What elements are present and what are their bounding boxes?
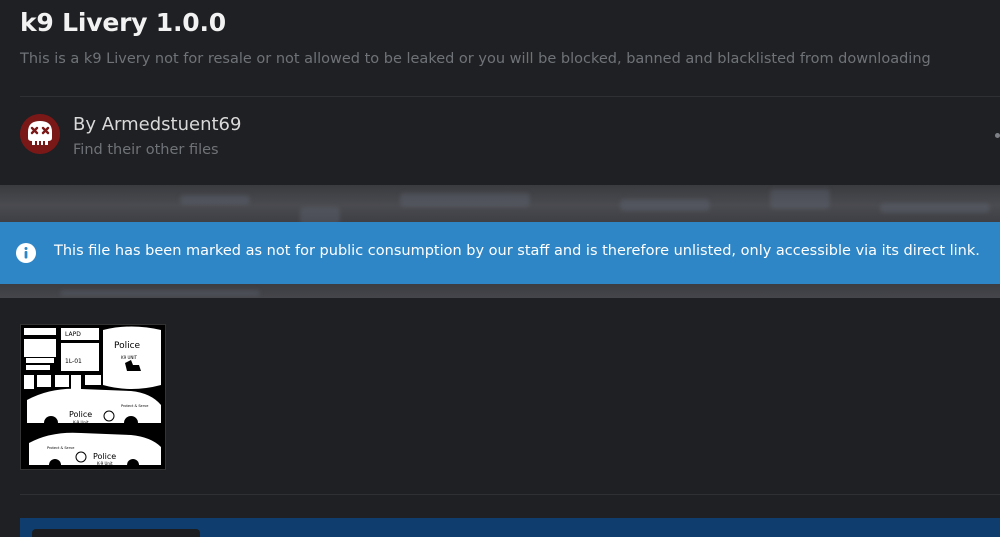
section-tab[interactable] xyxy=(32,529,200,537)
content-divider xyxy=(20,494,1000,495)
download-section-bar xyxy=(20,518,1000,537)
side-police-label-1: Police xyxy=(69,410,92,419)
lapd-label: LAPD xyxy=(65,331,81,338)
author-avatar[interactable] xyxy=(20,114,60,154)
hood-police-label: Police xyxy=(114,341,141,351)
side-k9-label-1: K-9 Unit xyxy=(73,420,89,425)
file-description: This is a k9 Livery not for resale or no… xyxy=(20,51,931,67)
hood-k9-label: K9 UNIT xyxy=(121,355,138,360)
file-page: k9 Livery 1.0.0 This is a k9 Livery not … xyxy=(0,0,1000,537)
side-police-label-2: Police xyxy=(93,452,116,461)
unit-number-label: 1L-01 xyxy=(65,358,82,365)
unlisted-notice: This file has been marked as not for pub… xyxy=(0,222,1000,284)
skull-avatar-icon xyxy=(20,114,60,154)
side-protect-label-2: Protect & Serve xyxy=(47,446,74,450)
notice-text: This file has been marked as not for pub… xyxy=(54,243,980,259)
livery-texture-image: LAPD 1L-01 Police K9 UNIT Police K-9 Uni… xyxy=(21,325,165,471)
livery-thumbnail[interactable]: LAPD 1L-01 Police K9 UNIT Police K-9 Uni… xyxy=(20,324,166,471)
page-title: k9 Livery 1.0.0 xyxy=(20,8,226,37)
author-by-label[interactable]: By Armedstuent69 xyxy=(73,114,241,135)
side-protect-label-1: Protect & Serve xyxy=(121,404,148,408)
side-k9-label-2: K-9 Unit xyxy=(97,461,113,466)
info-circle-icon xyxy=(16,243,36,263)
more-options-icon[interactable] xyxy=(995,133,1000,138)
find-other-files-link[interactable]: Find their other files xyxy=(73,142,219,158)
header-divider xyxy=(20,96,1000,97)
